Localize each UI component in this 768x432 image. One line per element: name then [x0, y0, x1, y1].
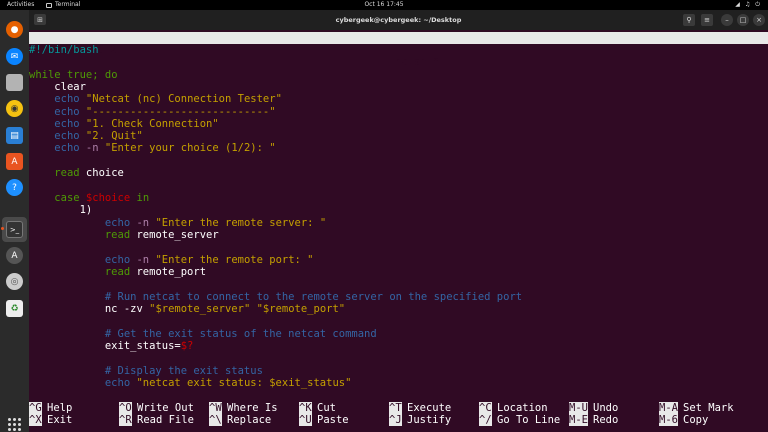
volume-icon: ♫	[744, 1, 751, 8]
nano-filename: nc.sh *	[395, 56, 440, 68]
shortcut-key: ^G	[29, 402, 42, 414]
thunderbird-icon[interactable]: ✉	[6, 48, 23, 65]
show-apps-icon[interactable]	[8, 418, 21, 431]
code-line: echo "Netcat (nc) Connection Tester"	[54, 93, 282, 105]
dock: ● ✉ ◉ ▤ A ? >_ A ◎ ♻	[0, 10, 29, 432]
terminal-icon[interactable]: >_	[6, 221, 23, 238]
clock[interactable]: Oct 16 17:45	[0, 0, 768, 10]
shortcut-key: ^U	[299, 414, 312, 426]
code-line: echo "2. Quit"	[54, 130, 143, 142]
code-line: echo -n "Enter the remote port: "	[104, 254, 314, 266]
shortcut-label: Help	[47, 402, 73, 414]
code-line: clear	[54, 81, 86, 93]
shortcut-key: ^T	[389, 402, 402, 414]
shortcut-key: M-6	[659, 414, 678, 426]
code-line: case $choice in	[54, 192, 150, 204]
files-icon[interactable]	[6, 74, 23, 91]
nano-editor[interactable]: GNU nano 6.2 nc.sh * #!/bin/bash while t…	[29, 30, 768, 432]
writer-icon[interactable]: ▤	[6, 127, 23, 144]
shortcut-key: M-A	[659, 402, 678, 414]
code-line: echo -n "Enter your choice (1/2): "	[54, 142, 276, 154]
code-line: echo "netcat exit status: $exit_status"	[104, 377, 352, 389]
firefox-icon[interactable]: ●	[6, 21, 23, 38]
shortcut-key: ^\	[209, 414, 222, 426]
code-line: echo -n "Enter the remote server: "	[104, 217, 327, 229]
shortcut-key: ^X	[29, 414, 42, 426]
code-line: #!/bin/bash	[29, 44, 99, 56]
rhythmbox-icon[interactable]: ◉	[6, 100, 23, 117]
window-title: cybergeek@cybergeek: ~/Desktop	[335, 16, 462, 24]
code-line: exit_status=$?	[104, 340, 194, 352]
code-line: echo "1. Check Connection"	[54, 118, 219, 130]
shortcut-label: Where Is	[227, 402, 278, 414]
minimize-icon[interactable]: –	[721, 14, 733, 26]
menu-icon[interactable]: ≡	[701, 14, 713, 26]
shortcut-key: ^J	[389, 414, 402, 426]
shortcut-key: ^C	[479, 402, 492, 414]
shortcut-label: Location	[497, 402, 548, 414]
shortcut-label: Read File	[137, 414, 194, 426]
shortcut-label: Set Mark	[683, 402, 734, 414]
shortcut-label: Redo	[593, 414, 619, 426]
title-bar: ⊞ cybergeek@cybergeek: ~/Desktop ⚲ ≡ – □…	[29, 10, 768, 30]
shortcut-key: M-E	[569, 414, 588, 426]
network-icon: ◢	[735, 1, 740, 8]
shortcut-label: Go To Line	[497, 414, 561, 426]
terminal-window: ⊞ cybergeek@cybergeek: ~/Desktop ⚲ ≡ – □…	[29, 10, 768, 432]
shortcut-label: Copy	[683, 414, 709, 426]
trash-icon[interactable]: ♻	[6, 300, 23, 317]
close-icon[interactable]: ×	[753, 14, 765, 26]
code-line: 1)	[79, 204, 93, 216]
code-line: # Get the exit status of the netcat comm…	[104, 328, 377, 340]
shortcut-key: ^K	[299, 402, 312, 414]
shortcut-key: ^O	[119, 402, 132, 414]
search-icon[interactable]: ⚲	[683, 14, 695, 26]
shortcut-label: Justify	[407, 414, 452, 426]
code-line: nc -zv "$remote_server" "$remote_port"	[104, 303, 346, 315]
shortcut-label: Write Out	[137, 402, 194, 414]
code-line: # Display the exit status	[104, 365, 263, 377]
shortcut-label: Exit	[47, 414, 73, 426]
maximize-icon[interactable]: □	[737, 14, 749, 26]
shortcut-key: ^R	[119, 414, 132, 426]
code-line: # Run netcat to connect to the remote se…	[104, 291, 523, 303]
running-indicator	[1, 227, 4, 230]
software-icon[interactable]: A	[6, 153, 23, 170]
code-line: read choice	[54, 167, 124, 179]
nano-header: GNU nano 6.2 nc.sh *	[29, 32, 768, 68]
shortcut-key: ^/	[479, 414, 492, 426]
shortcut-label: Execute	[407, 402, 452, 414]
shortcut-label: Paste	[317, 414, 349, 426]
code-line: read remote_server	[104, 229, 219, 241]
system-tray[interactable]: ◢ ♫ ⏻	[735, 0, 760, 10]
shortcut-label: Cut	[317, 402, 336, 414]
disc-icon[interactable]: ◎	[6, 273, 23, 290]
updater-icon[interactable]: A	[6, 247, 23, 264]
code-line: echo "----------------------------"	[54, 106, 276, 118]
gnome-top-bar: Activities Terminal Oct 16 17:45 ◢ ♫ ⏻	[0, 0, 768, 10]
code-line: while true; do	[29, 69, 118, 81]
power-icon: ⏻	[755, 1, 760, 8]
shortcut-key: ^W	[209, 402, 222, 414]
code-line: read remote_port	[104, 266, 207, 278]
shortcut-label: Undo	[593, 402, 619, 414]
shortcut-key: M-U	[569, 402, 588, 414]
shortcut-label: Replace	[227, 414, 272, 426]
help-icon[interactable]: ?	[6, 179, 23, 196]
